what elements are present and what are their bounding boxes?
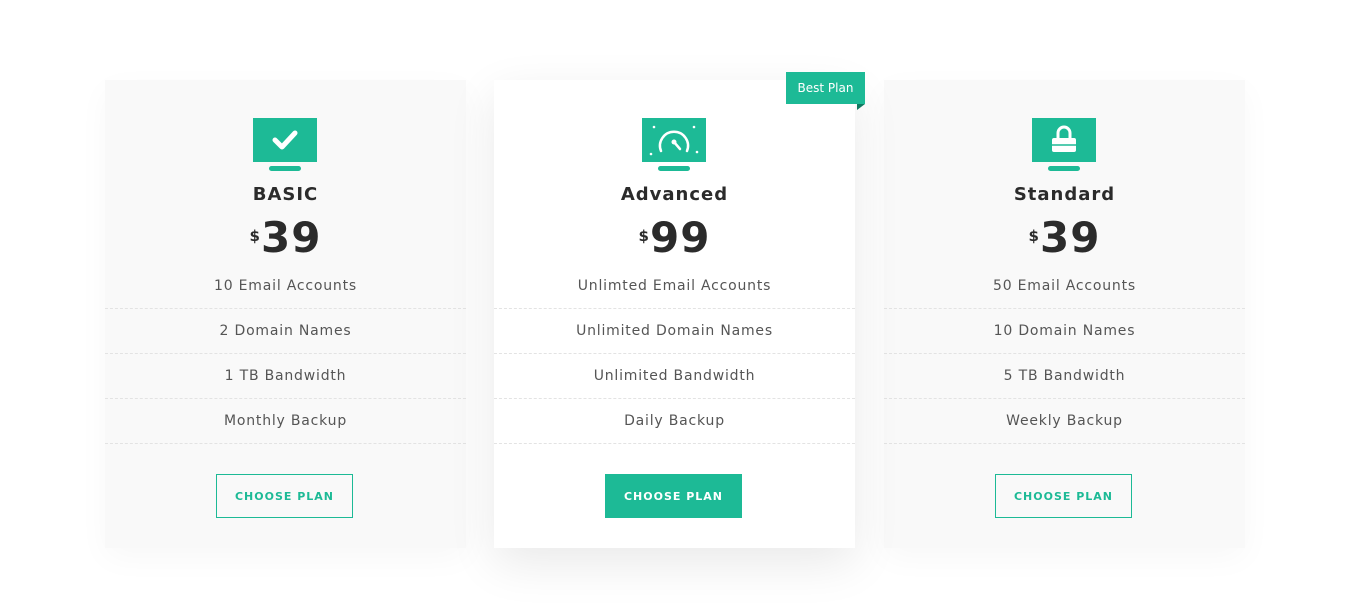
pricing-card-standard: Standard $39 50 Email Accounts 10 Domain… <box>884 80 1245 548</box>
plan-name: Standard <box>1013 184 1116 205</box>
choose-plan-button-standard[interactable]: CHOOSE PLAN <box>995 474 1132 518</box>
feature-item: Unlimited Bandwidth <box>494 354 855 399</box>
feature-item: Daily Backup <box>494 399 855 444</box>
feature-item: 1 TB Bandwidth <box>105 354 466 399</box>
feature-item: 10 Domain Names <box>884 309 1245 354</box>
price-amount: 39 <box>1039 213 1101 262</box>
feature-item: Unlimited Domain Names <box>494 309 855 354</box>
monitor-check-icon <box>253 118 317 171</box>
currency-symbol: $ <box>638 227 649 245</box>
best-plan-badge: Best Plan <box>786 72 865 104</box>
price-amount: 39 <box>260 213 322 262</box>
feature-item: 50 Email Accounts <box>884 264 1245 309</box>
badge-fold <box>857 104 865 110</box>
choose-plan-button-advanced[interactable]: CHOOSE PLAN <box>605 474 742 518</box>
feature-list: Unlimted Email Accounts Unlimited Domain… <box>494 264 855 444</box>
pricing-section: BASIC $39 10 Email Accounts 2 Domain Nam… <box>0 0 1349 608</box>
pricing-card-basic: BASIC $39 10 Email Accounts 2 Domain Nam… <box>105 80 466 548</box>
plan-name: Advanced <box>620 184 729 205</box>
feature-item: Weekly Backup <box>884 399 1245 444</box>
price-amount: 99 <box>649 213 711 262</box>
feature-item: Unlimted Email Accounts <box>494 264 855 309</box>
feature-item: Monthly Backup <box>105 399 466 444</box>
feature-item: 10 Email Accounts <box>105 264 466 309</box>
feature-item: 2 Domain Names <box>105 309 466 354</box>
feature-item: 5 TB Bandwidth <box>884 354 1245 399</box>
currency-symbol: $ <box>1028 227 1039 245</box>
feature-list: 10 Email Accounts 2 Domain Names 1 TB Ba… <box>105 264 466 444</box>
monitor-speedometer-icon <box>642 118 706 171</box>
currency-symbol: $ <box>249 227 260 245</box>
feature-list: 50 Email Accounts 10 Domain Names 5 TB B… <box>884 264 1245 444</box>
pricing-card-advanced: Advanced $99 Unlimted Email Accounts Unl… <box>494 80 855 548</box>
monitor-lock-icon <box>1032 118 1096 171</box>
plan-name: BASIC <box>252 184 319 205</box>
choose-plan-button-basic[interactable]: CHOOSE PLAN <box>216 474 353 518</box>
